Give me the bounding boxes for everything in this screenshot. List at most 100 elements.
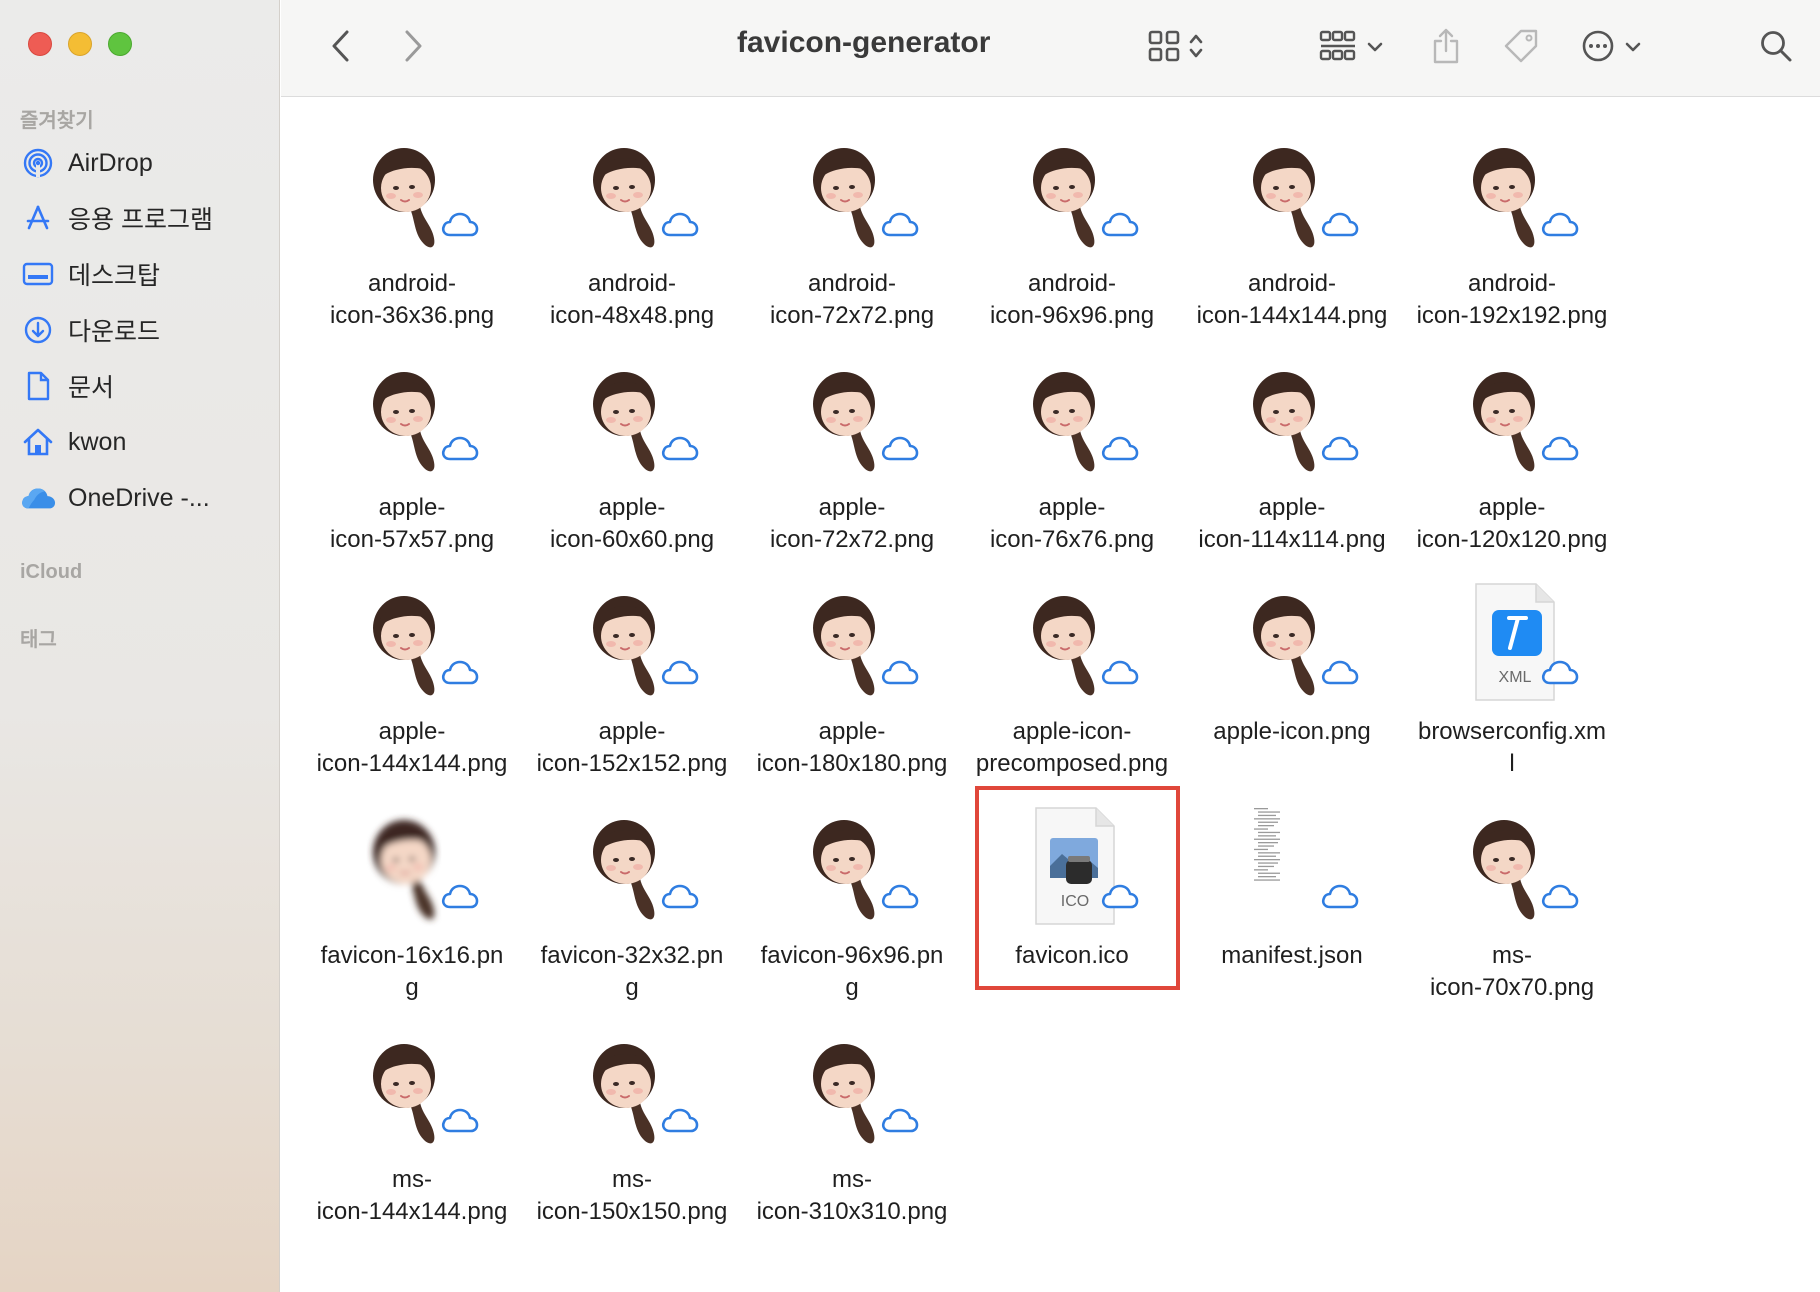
airdrop-icon <box>20 145 56 181</box>
file-item[interactable]: manifest.json <box>1185 800 1399 1010</box>
search-button[interactable] <box>1751 0 1801 97</box>
minimize-window-button[interactable] <box>68 32 92 56</box>
image-file-icon <box>1006 352 1140 484</box>
image-file-icon <box>346 352 480 484</box>
chevron-updown-icon <box>1189 31 1203 66</box>
icloud-status-icon <box>660 210 700 243</box>
back-button[interactable] <box>321 0 361 97</box>
file-name: apple- icon-180x180.png <box>756 718 948 777</box>
sidebar-item-downloads[interactable]: 다운로드 <box>20 308 270 352</box>
toolbar: favicon-generator <box>281 0 1820 97</box>
sidebar-item-label: AirDrop <box>68 148 153 177</box>
file-item[interactable]: apple- icon-180x180.png <box>745 576 959 786</box>
icloud-status-icon <box>880 1106 920 1139</box>
image-file-icon <box>786 128 919 260</box>
sidebar-item-documents[interactable]: 문서 <box>20 364 270 408</box>
file-item[interactable]: apple- icon-114x114.png <box>1185 352 1399 562</box>
view-mode-button[interactable] <box>1135 0 1215 97</box>
file-item[interactable]: favicon-32x32.pn g <box>525 800 739 1010</box>
file-item[interactable]: android- icon-36x36.png <box>305 128 519 338</box>
sidebar-item-label: 다운로드 <box>68 318 161 346</box>
file-item[interactable]: ms- icon-144x144.png <box>305 1024 519 1234</box>
sidebar-item-airdrop[interactable]: AirDrop <box>20 141 270 185</box>
image-file-icon <box>786 1024 920 1156</box>
icloud-header: iCloud <box>20 561 83 583</box>
file-name: apple- icon-72x72.png <box>769 494 935 553</box>
tag-icon <box>1502 27 1540 70</box>
icloud-status-icon <box>660 434 700 467</box>
icloud-status-icon <box>440 882 480 915</box>
image-file-icon <box>346 576 480 708</box>
file-item[interactable]: apple- icon-60x60.png <box>525 352 739 562</box>
file-item[interactable]: ms- icon-310x310.png <box>745 1024 959 1234</box>
file-item[interactable]: android- icon-48x48.png <box>525 128 739 338</box>
file-item[interactable]: apple- icon-72x72.png <box>745 352 959 562</box>
json-file-icon <box>1226 800 1359 932</box>
file-item[interactable]: apple- icon-152x152.png <box>525 576 739 786</box>
file-name: manifest.json <box>1221 942 1363 969</box>
window-controls <box>28 32 132 56</box>
grid-view-icon <box>1147 29 1181 68</box>
file-item[interactable]: ms- icon-70x70.png <box>1405 800 1619 1010</box>
image-file-icon <box>786 576 920 708</box>
sidebar-item-label: kwon <box>68 427 127 456</box>
share-button[interactable] <box>1421 0 1471 97</box>
action-button[interactable] <box>1571 0 1651 97</box>
file-item[interactable]: apple- icon-57x57.png <box>305 352 519 562</box>
file-item[interactable]: android- icon-96x96.png <box>965 128 1179 338</box>
file-item[interactable]: favicon-16x16.pn g <box>305 800 519 1010</box>
file-name: apple-icon.png <box>1213 718 1371 745</box>
downloads-icon <box>20 312 56 348</box>
file-item[interactable]: apple-icon- precomposed.png <box>965 576 1179 786</box>
icloud-status-icon <box>440 434 480 467</box>
sidebar-item-label: 응용 프로그램 <box>68 206 213 234</box>
file-item[interactable]: apple- icon-76x76.png <box>965 352 1179 562</box>
file-item[interactable]: android- icon-144x144.png <box>1185 128 1399 338</box>
sidebar-item-label: 문서 <box>68 374 115 402</box>
sidebar-item-onedrive[interactable]: OneDrive -... <box>20 476 270 520</box>
file-name: apple- icon-57x57.png <box>329 494 495 553</box>
file-name: apple- icon-120x120.png <box>1416 494 1608 553</box>
file-name: android- icon-144x144.png <box>1196 270 1388 329</box>
icloud-status-icon <box>880 658 920 691</box>
file-item[interactable]: apple- icon-120x120.png <box>1405 352 1619 562</box>
file-item[interactable]: android- icon-192x192.png <box>1405 128 1619 338</box>
icloud-status-icon <box>440 658 480 691</box>
sidebar-item-home[interactable]: kwon <box>20 420 270 464</box>
icloud-status-icon <box>880 882 920 915</box>
close-window-button[interactable] <box>28 32 52 56</box>
tag-button[interactable] <box>1496 0 1546 97</box>
selection-highlight-box <box>975 786 1180 990</box>
image-file-icon <box>346 800 480 932</box>
icloud-status-icon <box>1100 434 1140 467</box>
image-file-icon <box>1006 576 1139 708</box>
maximize-window-button[interactable] <box>108 32 132 56</box>
ellipsis-circle-icon <box>1581 29 1615 68</box>
window-title: favicon-generator <box>737 26 991 59</box>
file-name: ms- icon-150x150.png <box>536 1166 728 1225</box>
file-name: apple- icon-152x152.png <box>536 718 728 777</box>
file-name: apple- icon-114x114.png <box>1198 494 1386 553</box>
chevron-down-icon <box>1625 40 1641 58</box>
forward-button[interactable] <box>393 0 433 97</box>
image-file-icon <box>566 128 700 260</box>
group-button[interactable] <box>1311 0 1391 97</box>
file-name: apple-icon- precomposed.png <box>975 718 1169 777</box>
icloud-status-icon <box>1320 658 1360 691</box>
image-file-icon <box>1446 800 1579 932</box>
file-name: ms- icon-310x310.png <box>756 1166 948 1225</box>
icloud-status-icon <box>1540 434 1580 467</box>
file-item[interactable]: XML browserconfig.xm l <box>1405 576 1619 786</box>
sidebar-item-applications[interactable]: 응용 프로그램 <box>20 196 270 240</box>
sidebar-item-desktop[interactable]: 데스크탑 <box>20 252 270 296</box>
file-item[interactable]: apple-icon.png <box>1185 576 1399 786</box>
file-name: ms- icon-144x144.png <box>316 1166 508 1225</box>
file-item[interactable]: android- icon-72x72.png <box>745 128 959 338</box>
documents-icon <box>20 368 56 404</box>
file-item[interactable]: apple- icon-144x144.png <box>305 576 519 786</box>
file-item[interactable]: ms- icon-150x150.png <box>525 1024 739 1234</box>
image-file-icon <box>1006 128 1139 260</box>
file-item[interactable]: favicon-96x96.pn g <box>745 800 959 1010</box>
image-file-icon <box>346 1024 479 1156</box>
group-icon <box>1319 29 1357 68</box>
